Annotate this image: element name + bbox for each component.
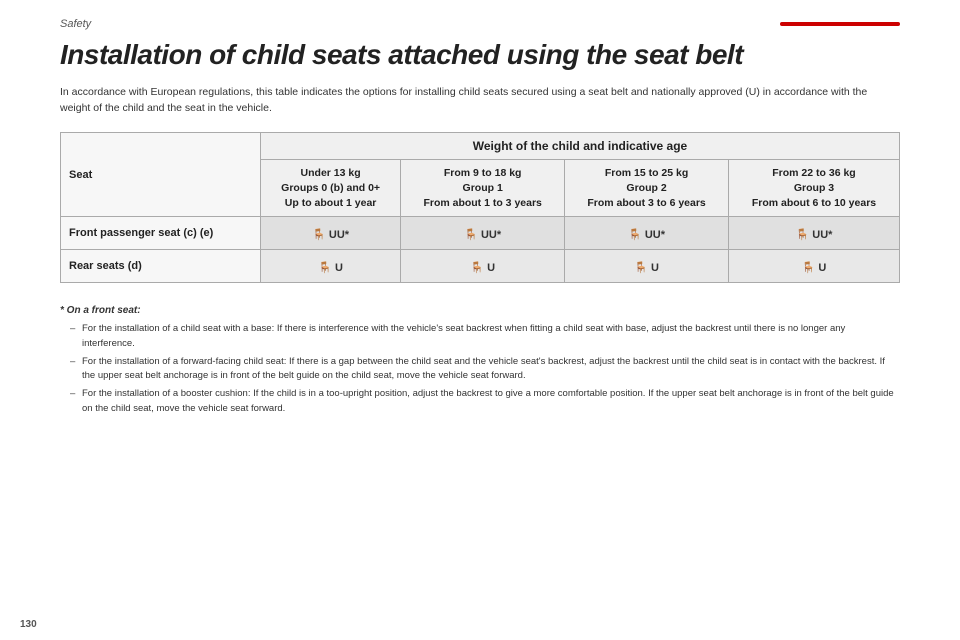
weight-age-header: Weight of the child and indicative age xyxy=(261,133,900,160)
uu-star-icon: 🪑 UU* xyxy=(312,228,349,241)
intro-text: In accordance with European regulations,… xyxy=(60,85,880,117)
front-seat-col3: 🪑 UU* xyxy=(565,217,729,250)
section-label: Safety xyxy=(60,18,91,30)
seat-column-header: Seat xyxy=(61,133,261,217)
page-number: 130 xyxy=(20,619,37,630)
col2-header: From 9 to 18 kg Group 1 From about 1 to … xyxy=(401,160,565,217)
uu-star-icon4: 🪑 UU* xyxy=(796,228,833,241)
col3-header: From 15 to 25 kg Group 2 From about 3 to… xyxy=(565,160,729,217)
front-seat-col2: 🪑 UU* xyxy=(401,217,565,250)
rear-seat-col4: 🪑 U xyxy=(729,250,900,283)
u-icon2: 🪑 U xyxy=(470,261,495,274)
u-icon3: 🪑 U xyxy=(634,261,659,274)
footnote-item-2: For the installation of a forward-facing… xyxy=(70,355,900,384)
table-row: Rear seats (d) 🪑 U 🪑 U 🪑 U 🪑 U xyxy=(61,250,900,283)
uu-star-icon2: 🪑 UU* xyxy=(464,228,501,241)
rear-seat-label: Rear seats (d) xyxy=(61,250,261,283)
front-seat-label: Front passenger seat (c) (e) xyxy=(61,217,261,250)
footnote-title: * On a front seat: xyxy=(60,303,900,318)
top-accent-bar xyxy=(780,22,900,26)
u-icon4: 🪑 U xyxy=(802,261,827,274)
front-seat-col4: 🪑 UU* xyxy=(729,217,900,250)
page-title: Installation of child seats attached usi… xyxy=(60,40,900,71)
footnote-item-1: For the installation of a child seat wit… xyxy=(70,322,900,351)
footnote-item-3: For the installation of a booster cushio… xyxy=(70,387,900,416)
table-row: Front passenger seat (c) (e) 🪑 UU* 🪑 UU*… xyxy=(61,217,900,250)
uu-star-icon3: 🪑 UU* xyxy=(628,228,665,241)
child-seat-table: Seat Weight of the child and indicative … xyxy=(60,132,900,283)
page: Safety Installation of child seats attac… xyxy=(0,0,960,640)
col4-header: From 22 to 36 kg Group 3 From about 6 to… xyxy=(729,160,900,217)
front-seat-col1: 🪑 UU* xyxy=(261,217,401,250)
footnote-list: For the installation of a child seat wit… xyxy=(60,322,900,416)
u-icon: 🪑 U xyxy=(318,261,343,274)
rear-seat-col1: 🪑 U xyxy=(261,250,401,283)
col1-header: Under 13 kg Groups 0 (b) and 0+ Up to ab… xyxy=(261,160,401,217)
rear-seat-col2: 🪑 U xyxy=(401,250,565,283)
top-bar: Safety xyxy=(60,18,900,30)
rear-seat-col3: 🪑 U xyxy=(565,250,729,283)
footnote-section: * On a front seat: For the installation … xyxy=(60,303,900,416)
